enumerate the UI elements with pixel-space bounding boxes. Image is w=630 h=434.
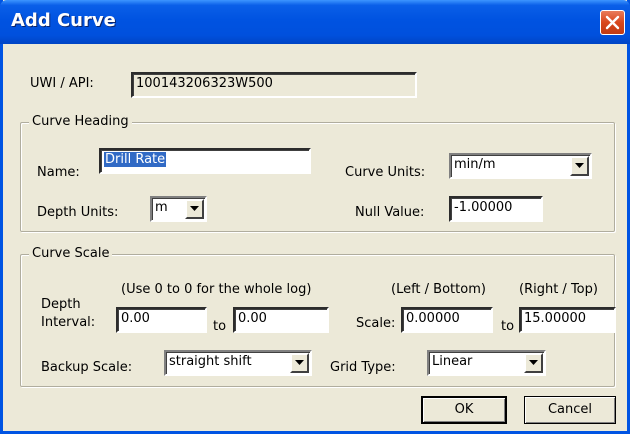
scale-label: Scale: (356, 316, 396, 331)
scale-right-value: 15.00000 (524, 311, 587, 326)
grid-type-select[interactable]: Linear (427, 350, 546, 376)
uwi-value: 100143206323W500 (136, 76, 273, 91)
backup-scale-value: straight shift (169, 354, 252, 369)
curve-scale-title: Curve Scale (29, 246, 113, 261)
curve-heading-title: Curve Heading (29, 114, 132, 129)
grid-type-label: Grid Type: (330, 360, 396, 375)
depth-units-dropdown-button[interactable] (185, 199, 204, 219)
chevron-down-icon (529, 360, 538, 365)
cancel-button[interactable]: Cancel (524, 396, 616, 424)
chevron-down-icon (190, 206, 199, 211)
scale-left-input[interactable]: 0.00000 (401, 307, 493, 333)
curve-units-label: Curve Units: (345, 165, 426, 180)
ok-button[interactable]: OK (421, 396, 507, 424)
add-curve-dialog: Add Curve UWI / API: 100143206323W500 Cu… (0, 0, 630, 434)
right-top-label: (Right / Top) (519, 282, 598, 297)
depth-label: Depth (41, 297, 81, 312)
depth-units-select[interactable]: m (150, 196, 207, 222)
depth-units-label: Depth Units: (37, 205, 119, 220)
interval-label: Interval: (41, 315, 96, 330)
scale-right-input[interactable]: 15.00000 (519, 307, 616, 333)
depth-units-value: m (155, 200, 168, 215)
depth-to-input[interactable]: 0.00 (233, 307, 329, 333)
uwi-field: 100143206323W500 (131, 72, 417, 98)
backup-scale-dropdown-button[interactable] (290, 353, 309, 373)
backup-scale-label: Backup Scale: (41, 360, 133, 375)
uwi-label: UWI / API: (30, 76, 94, 91)
null-value-text: -1.00000 (454, 200, 513, 215)
depth-from-value: 0.00 (121, 311, 150, 326)
chevron-down-icon (295, 360, 304, 365)
curve-units-value: min/m (454, 157, 496, 172)
name-value: Drill Rate (104, 152, 167, 167)
grid-type-value: Linear (432, 354, 473, 369)
backup-scale-select[interactable]: straight shift (164, 350, 312, 376)
null-value-input[interactable]: -1.00000 (449, 196, 543, 222)
curve-units-select[interactable]: min/m (449, 153, 592, 179)
grid-type-dropdown-button[interactable] (524, 353, 543, 373)
close-x-icon (605, 15, 620, 30)
left-bottom-label: (Left / Bottom) (391, 282, 486, 297)
depth-from-input[interactable]: 0.00 (116, 307, 207, 333)
name-label: Name: (37, 165, 80, 180)
chevron-down-icon (575, 163, 584, 168)
depth-to-label: to (213, 319, 227, 334)
title-bar[interactable]: Add Curve (0, 0, 630, 44)
depth-hint-label: (Use 0 to 0 for the whole log) (121, 282, 312, 297)
null-value-label: Null Value: (355, 205, 425, 220)
close-button[interactable] (600, 10, 625, 35)
scale-left-value: 0.00000 (406, 311, 460, 326)
curve-units-dropdown-button[interactable] (570, 156, 589, 176)
window-title: Add Curve (11, 10, 116, 31)
depth-to-value: 0.00 (238, 311, 267, 326)
name-input[interactable]: Drill Rate (99, 148, 311, 174)
scale-to-label: to (501, 319, 515, 334)
